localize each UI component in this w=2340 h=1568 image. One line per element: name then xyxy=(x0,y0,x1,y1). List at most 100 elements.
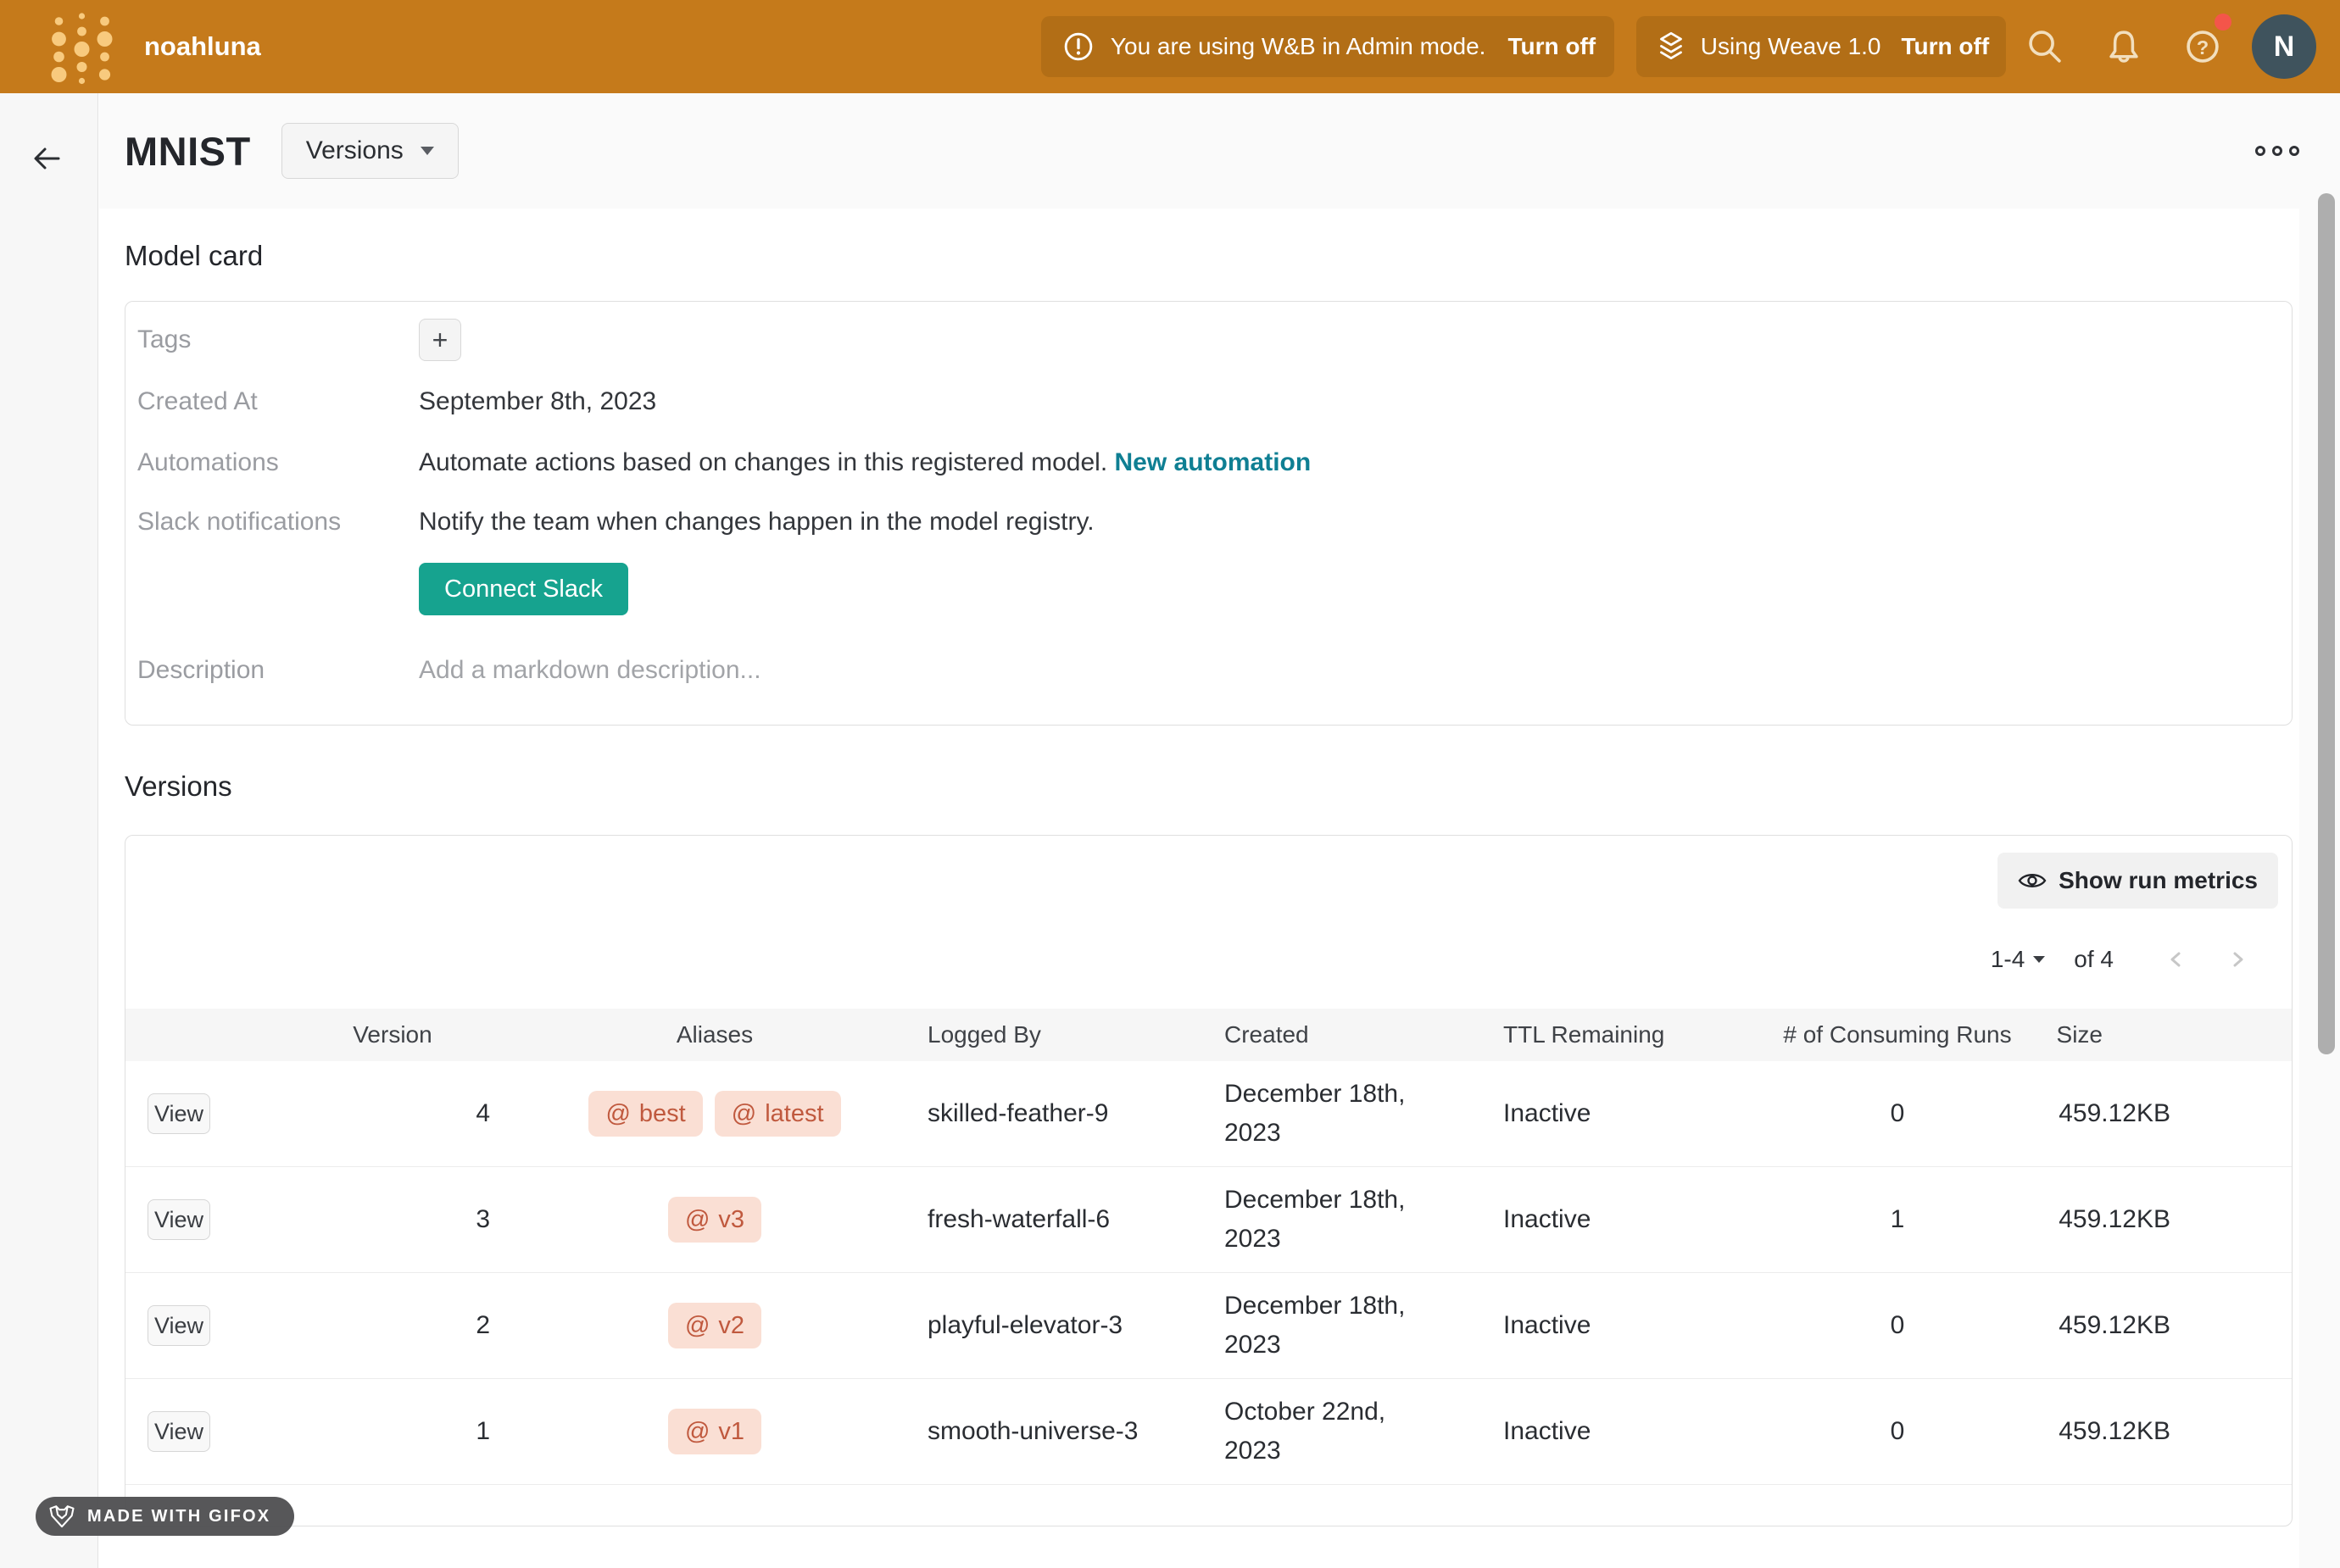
versions-card: Show run metrics 1-4 of 4 Version Aliase… xyxy=(125,835,2293,1526)
at-icon: @ xyxy=(605,1100,630,1128)
add-tag-button[interactable]: + xyxy=(419,319,461,361)
view-button[interactable]: View xyxy=(148,1199,210,1240)
table-header-row: Version Aliases Logged By Created TTL Re… xyxy=(125,1009,2292,1061)
ttl-remaining-cell: Inactive xyxy=(1478,1417,1770,1446)
versions-heading: Versions xyxy=(125,770,2299,803)
table-row: View 1 @v1 smooth-universe-3 October 22n… xyxy=(125,1379,2292,1485)
weave-turn-off-link[interactable]: Turn off xyxy=(1902,33,1990,60)
tags-label: Tags xyxy=(125,325,419,354)
at-icon: @ xyxy=(732,1100,756,1128)
ttl-remaining-cell: Inactive xyxy=(1478,1205,1770,1234)
view-button[interactable]: View xyxy=(148,1305,210,1346)
column-header-aliases: Aliases xyxy=(515,1021,914,1048)
logged-by-cell: skilled-feather-9 xyxy=(914,1099,1211,1128)
created-at-value: September 8th, 2023 xyxy=(419,387,2292,416)
next-page-button[interactable] xyxy=(2226,948,2249,971)
fox-icon xyxy=(48,1505,75,1528)
column-header-version: Version xyxy=(270,1021,515,1048)
column-header-consuming-runs: # of Consuming Runs xyxy=(1770,1021,2025,1048)
notifications-bell-icon[interactable] xyxy=(2102,25,2146,69)
topbar: noahluna You are using W&B in Admin mode… xyxy=(0,0,2340,93)
dot-icon xyxy=(2255,146,2265,156)
column-header-logged-by: Logged By xyxy=(914,1021,1211,1048)
weave-banner-text: Using Weave 1.0 xyxy=(1701,33,1881,60)
created-cell: December 18th, 2023 xyxy=(1211,1181,1478,1259)
connect-slack-button[interactable]: Connect Slack xyxy=(419,563,628,615)
back-arrow-button[interactable] xyxy=(28,140,65,177)
svg-text:?: ? xyxy=(2197,36,2209,58)
at-icon: @ xyxy=(685,1206,710,1234)
view-button[interactable]: View xyxy=(148,1093,210,1134)
aliases-cell: @v1 xyxy=(515,1409,914,1454)
slack-notifications-label: Slack notifications xyxy=(125,508,419,537)
main-content: Model card Tags + Created At September 8… xyxy=(99,209,2299,1568)
logged-by-cell: fresh-waterfall-6 xyxy=(914,1205,1211,1234)
weave-banner: Using Weave 1.0 Turn off xyxy=(1636,16,2006,77)
consuming-runs-cell: 0 xyxy=(1770,1311,2025,1340)
column-header-size: Size xyxy=(2025,1021,2293,1048)
search-icon[interactable] xyxy=(2023,25,2067,69)
scrollbar-thumb[interactable] xyxy=(2318,193,2335,1054)
pagination: 1-4 of 4 xyxy=(125,942,2292,976)
description-label: Description xyxy=(125,656,419,685)
dot-icon xyxy=(2272,146,2282,156)
consuming-runs-cell: 1 xyxy=(1770,1205,2025,1234)
alias-tag[interactable]: @best xyxy=(588,1091,702,1137)
dot-icon xyxy=(2289,146,2299,156)
chevron-down-icon xyxy=(2033,956,2045,963)
show-run-metrics-button[interactable]: Show run metrics xyxy=(1997,853,2278,909)
previous-page-button[interactable] xyxy=(2164,948,2188,971)
created-at-label: Created At xyxy=(125,387,419,416)
ttl-remaining-cell: Inactive xyxy=(1478,1099,1770,1128)
alias-tag[interactable]: @v2 xyxy=(668,1303,761,1348)
size-cell: 459.12KB xyxy=(2025,1099,2293,1128)
table-row: View 3 @v3 fresh-waterfall-6 December 18… xyxy=(125,1167,2292,1273)
overflow-menu-button[interactable] xyxy=(2255,146,2299,156)
eye-icon xyxy=(2018,870,2047,891)
avatar-initial: N xyxy=(2274,31,2295,64)
at-icon: @ xyxy=(685,1418,710,1446)
alias-tag[interactable]: @v3 xyxy=(668,1197,761,1243)
versions-dropdown[interactable]: Versions xyxy=(281,123,459,179)
description-placeholder[interactable]: Add a markdown description... xyxy=(419,656,2292,685)
created-cell: October 22nd, 2023 xyxy=(1211,1393,1478,1471)
alert-icon xyxy=(1060,28,1097,65)
admin-mode-banner: You are using W&B in Admin mode. Turn of… xyxy=(1041,16,1614,77)
help-icon[interactable]: ? xyxy=(2181,25,2225,69)
wandb-logo-icon[interactable] xyxy=(47,8,119,86)
automations-text: Automate actions based on changes in thi… xyxy=(419,448,1107,476)
chevron-down-icon xyxy=(421,147,434,155)
version-cell: 4 xyxy=(270,1099,515,1128)
size-cell: 459.12KB xyxy=(2025,1417,2293,1446)
page-range-dropdown[interactable]: 1-4 xyxy=(1991,946,2045,973)
versions-dropdown-label: Versions xyxy=(306,136,404,165)
alias-tag[interactable]: @latest xyxy=(715,1091,841,1137)
user-avatar[interactable]: N xyxy=(2252,14,2316,79)
alias-tag[interactable]: @v1 xyxy=(668,1409,761,1454)
created-cell: December 18th, 2023 xyxy=(1211,1075,1478,1154)
column-header-created: Created xyxy=(1211,1021,1478,1048)
version-cell: 3 xyxy=(270,1205,515,1234)
gifox-badge: MADE WITH GIFOX xyxy=(36,1497,294,1536)
automations-label: Automations xyxy=(125,448,419,477)
admin-banner-text: You are using W&B in Admin mode. xyxy=(1111,33,1486,60)
page-header: MNIST Versions xyxy=(99,93,2340,209)
left-rail xyxy=(0,93,98,1568)
aliases-cell: @best @latest xyxy=(515,1091,914,1137)
model-card-heading: Model card xyxy=(125,240,2299,272)
notification-dot xyxy=(2215,14,2231,31)
consuming-runs-cell: 0 xyxy=(1770,1099,2025,1128)
gifox-badge-label: MADE WITH GIFOX xyxy=(87,1507,270,1526)
column-header-ttl-remaining: TTL Remaining xyxy=(1478,1021,1770,1048)
versions-table-body: View 4 @best @latest skilled-feather-9 De… xyxy=(125,1061,2292,1485)
ttl-remaining-cell: Inactive xyxy=(1478,1311,1770,1340)
created-cell: December 18th, 2023 xyxy=(1211,1287,1478,1365)
table-row: View 4 @best @latest skilled-feather-9 De… xyxy=(125,1061,2292,1167)
table-row: View 2 @v2 playful-elevator-3 December 1… xyxy=(125,1273,2292,1379)
layers-icon xyxy=(1653,29,1689,64)
consuming-runs-cell: 0 xyxy=(1770,1417,2025,1446)
admin-turn-off-link[interactable]: Turn off xyxy=(1507,33,1596,60)
new-automation-link[interactable]: New automation xyxy=(1115,448,1312,476)
org-name[interactable]: noahluna xyxy=(144,31,261,62)
view-button[interactable]: View xyxy=(148,1411,210,1452)
